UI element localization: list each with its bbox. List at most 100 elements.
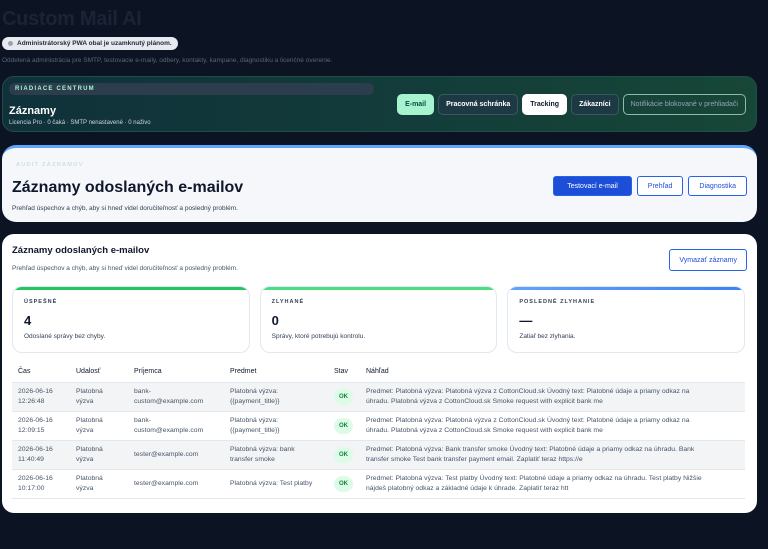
table-row[interactable]: 2026-06-16 12:26:48 Platobná výzva bank-cu… (12, 382, 745, 411)
cell-date: 2026-06-16 (18, 445, 53, 453)
records-description: Prehľad úspechov a chýb, aby si hneď vid… (12, 265, 238, 272)
stat-last-failure-value: — (519, 313, 533, 328)
stat-success: ÚSPEŠNÉ 4 Odoslané správy bez chyby. (12, 286, 250, 353)
cell-date: 2026-06-16 (18, 387, 53, 395)
cell-subject-line: transfer smoke (230, 455, 275, 463)
overview-button[interactable]: Prehľad (636, 176, 684, 196)
app-title: Custom Mail AI (2, 8, 142, 30)
nav-customers-button[interactable]: Zákazníci (571, 94, 619, 115)
table-row[interactable]: 2026-06-16 10:17:00 Platobná výzva tester@… (12, 469, 745, 498)
cell-preview-line: Predmet: Platobná výzva: Platobná výzva … (366, 416, 690, 424)
status-badge: OK (334, 417, 353, 434)
cell-preview: Predmet: Platobná výzva: Platobná výzva … (360, 382, 745, 411)
cell-date: 2026-06-16 (18, 474, 53, 482)
test-email-button[interactable]: Testovací e-mail (553, 176, 632, 196)
cell-subject-line: {{payment_title}} (230, 397, 280, 405)
cell-recipient-line: tester@example.com (134, 450, 199, 458)
cell-event-line: Platobná (76, 416, 103, 424)
stats-row: ÚSPEŠNÉ 4 Odoslané správy bez chyby. ZLY… (12, 286, 746, 353)
notifications-blocked-button[interactable]: Notifikácie blokované v prehliadači (622, 94, 746, 115)
cell-subject: Platobná výzva: Test platby (224, 469, 328, 498)
control-center: RIADIACE CENTRUM Záznamy Licencia Pro · … (2, 76, 757, 132)
clear-records-button[interactable]: Vymazať záznamy (669, 249, 747, 271)
control-center-title: Záznamy (9, 105, 57, 117)
app-subtitle: Oddelená administrácia pre SMTP, testova… (2, 57, 333, 64)
pwa-lock-badge: Administrátorský PWA obal je uzamknutý p… (2, 37, 178, 50)
cell-subject-line: Platobná výzva: (230, 387, 278, 395)
cell-clock: 11:40:49 (18, 455, 44, 463)
cell-preview: Predmet: Platobná výzva: Platobná výzva … (360, 411, 745, 440)
cell-preview-line: úhradu. Platobná výzva z CottonCloud.sk … (366, 426, 603, 434)
cell-time: 2026-06-16 12:09:15 (12, 411, 70, 440)
col-subject: Predmet (224, 361, 328, 383)
stat-failed-value: 0 (271, 313, 279, 328)
cell-preview-line: transfer smoke Test bank transfer paymen… (366, 455, 583, 463)
stat-success-label: ÚSPEŠNÉ (24, 299, 58, 305)
cell-status: OK (328, 382, 360, 411)
cell-subject-line: Platobná výzva: (230, 416, 278, 424)
stat-success-note: Odoslané správy bez chyby. (24, 333, 106, 340)
email-records-card: Záznamy odoslaných e-mailov Prehľad úspe… (2, 234, 757, 513)
cell-recipient-line: custom@example.com (134, 426, 204, 434)
cell-preview-line: Predmet: Platobná výzva: Test platby Úvo… (366, 474, 702, 482)
top-nav: E-mail Pracovná schránka Tracking Zákazn… (397, 94, 746, 115)
cell-preview-line: Predmet: Platobná výzva: Platobná výzva … (366, 387, 690, 395)
cell-recipient-line: bank- (134, 416, 152, 424)
stat-last-failure-note: Zatiaľ bez zlyhania. (519, 333, 576, 340)
pwa-badge-text: Administrátorský PWA obal je uzamknutý p… (17, 40, 172, 47)
cell-recipient-line: custom@example.com (134, 397, 204, 405)
stat-failed: ZLYHANÉ 0 Správy, ktoré potrebujú kontro… (259, 286, 498, 353)
status-dot-icon (8, 41, 13, 46)
cell-event: Platobná výzva (70, 411, 128, 440)
records-title: Záznamy odoslaných e-mailov (12, 245, 150, 256)
cell-clock: 12:26:48 (18, 397, 45, 405)
cell-subject: Platobná výzva: bank transfer smoke (224, 440, 328, 469)
stat-last-failure-label: POSLEDNÉ ZLYHANIE (519, 299, 596, 305)
cell-status: OK (328, 469, 360, 498)
cell-clock: 12:09:15 (18, 426, 45, 434)
cell-event: Platobná výzva (70, 440, 128, 469)
cell-event-line: výzva (76, 397, 94, 405)
cell-recipient: tester@example.com (128, 440, 224, 469)
cell-event-line: Platobná (76, 445, 103, 453)
control-center-label: RIADIACE CENTRUM (9, 83, 374, 95)
cell-status: OK (328, 440, 360, 469)
cell-time: 2026-06-16 10:17:00 (12, 469, 70, 498)
table-header-row: Čas Udalosť Príjemca Predmet Stav Náhľad (12, 361, 745, 383)
cell-preview: Predmet: Platobná výzva: Test platby Úvo… (360, 469, 745, 498)
cell-preview-line: nájdeš platobný odkaz a základné údaje k… (366, 484, 569, 492)
cell-event-line: výzva (76, 455, 94, 463)
table-row[interactable]: 2026-06-16 12:09:15 Platobná výzva bank-cu… (12, 411, 745, 440)
cell-recipient: tester@example.com (128, 469, 224, 498)
page-title: Záznamy odoslaných e-mailov (12, 179, 244, 196)
status-badge: OK (334, 388, 353, 405)
nav-email-button[interactable]: E-mail (397, 94, 435, 115)
nav-work-inbox-button[interactable]: Pracovná schránka (438, 94, 519, 115)
diagnostics-button[interactable]: Diagnostika (688, 176, 747, 196)
stat-success-value: 4 (24, 313, 32, 328)
cell-subject-line: Platobná výzva: bank (230, 445, 295, 453)
stat-last-failure: POSLEDNÉ ZLYHANIE — Zatiaľ bez zlyhania. (507, 286, 746, 353)
col-recipient: Príjemca (128, 361, 224, 383)
stat-failed-label: ZLYHANÉ (271, 299, 305, 305)
cell-subject-line: {{payment_title}} (230, 426, 280, 434)
license-meta: Licencia Pro · 0 čaká · SMTP nenastavené… (9, 120, 151, 126)
col-status: Stav (328, 361, 360, 383)
cell-event: Platobná výzva (70, 382, 128, 411)
audit-hero: AUDIT ZÁZNAMOV Záznamy odoslaných e-mail… (2, 145, 757, 222)
cell-subject-line: Platobná výzva: Test platby (230, 479, 313, 487)
cell-subject: Platobná výzva: {{payment_title}} (224, 411, 328, 440)
status-badge: OK (334, 475, 353, 492)
cell-clock: 10:17:00 (18, 484, 45, 492)
cell-event: Platobná výzva (70, 469, 128, 498)
cell-date: 2026-06-16 (18, 416, 53, 424)
cell-recipient: bank-custom@example.com (128, 411, 224, 440)
table-row[interactable]: 2026-06-16 11:40:49 Platobná výzva tester@… (12, 440, 745, 469)
cell-event-line: Platobná (76, 387, 103, 395)
cell-event-line: výzva (76, 426, 94, 434)
col-event: Udalosť (70, 361, 128, 383)
cell-preview-line: Predmet: Platobná výzva: Bank transfer s… (366, 445, 695, 453)
nav-tracking-button[interactable]: Tracking (522, 94, 568, 115)
cell-status: OK (328, 411, 360, 440)
audit-eyebrow: AUDIT ZÁZNAMOV (16, 162, 84, 168)
